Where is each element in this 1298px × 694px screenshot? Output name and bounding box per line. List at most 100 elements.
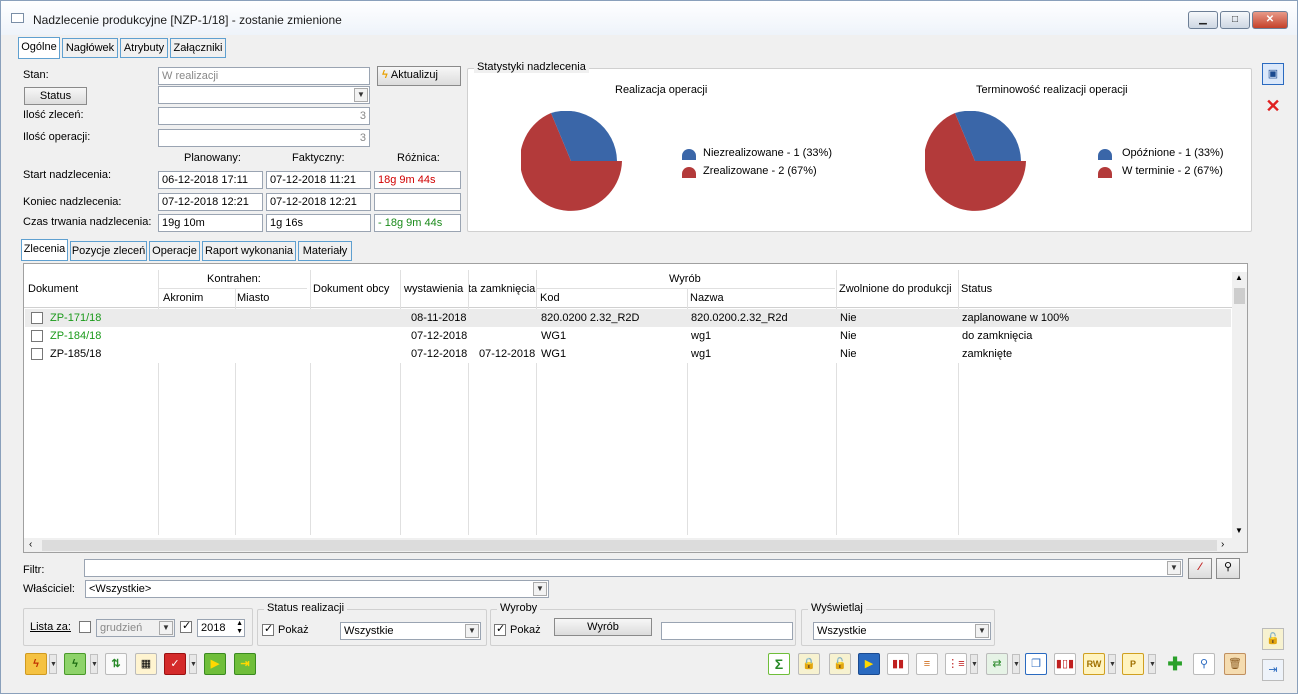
table-row[interactable]: ZP-185/18 07-12-2018 07-12-2018 WG1 wg1 … [25,345,1231,363]
stan-label: Stan: [23,69,49,81]
tab-atrybuty[interactable]: Atrybuty [120,38,168,58]
chevron-down-icon[interactable]: ▼ [1012,654,1020,674]
report-p-icon[interactable]: P [1122,653,1144,675]
minimize-button[interactable]: ▁ [1188,11,1218,29]
tab-raport-wykonania[interactable]: Raport wykonania [202,241,296,261]
status-realizacji-dropdown[interactable]: Wszystkie ▼ [340,622,481,640]
close-button[interactable]: ✕ [1252,11,1288,29]
tab-operacje[interactable]: Operacje [149,241,200,261]
clear-filter-icon[interactable]: ⁄ [1188,558,1212,579]
spinner-arrows-icon[interactable]: ▲ ▼ [236,620,243,636]
chevron-down-icon[interactable]: ▼ [49,654,57,674]
chevron-down-icon: ▼ [354,88,368,102]
chevron-down-icon[interactable]: ▼ [189,654,197,674]
scroll-down-icon[interactable]: ▼ [1235,526,1243,535]
exchange-icon[interactable]: ⇄ [986,653,1008,675]
filtr-input[interactable]: ▼ [84,559,1183,577]
row-checkbox[interactable] [31,312,43,324]
status-pokaz-checkbox[interactable] [262,622,274,636]
horizontal-scroll-thumb[interactable] [42,540,1217,551]
filter-search-icon[interactable]: ⚲ [1216,558,1240,579]
tab-materialy[interactable]: Materiały [298,241,352,261]
horizontal-scrollbar[interactable]: ‹ › [24,538,1247,552]
col-kontrahen[interactable]: Kontrahen: [207,273,261,285]
chevron-down-icon: ▼ [1167,561,1181,575]
checklist-red-icon[interactable]: ✓ [164,653,186,675]
pin-icon[interactable]: ⇥ [1262,659,1284,681]
import-icon[interactable]: ⇥ [234,653,256,675]
tree-list-icon[interactable]: ⋮≡ [945,653,967,675]
col-miasto[interactable]: Miasto [237,292,269,304]
lightning-icon: ϟ [382,69,388,81]
copy-document-icon[interactable]: ❐ [1025,653,1047,675]
lock-icon[interactable]: 🔒 [798,653,820,675]
report-rw-icon[interactable]: RW [1083,653,1105,675]
sort-arrows-icon[interactable]: ⇅ [105,653,127,675]
document-blue-icon[interactable]: ▶ [858,653,880,675]
calendar-icon[interactable]: ▦ [135,653,157,675]
export-icon[interactable]: ▶ [204,653,226,675]
cell-nazwa: wg1 [691,348,712,360]
year-checkbox[interactable] [180,619,192,633]
wyrob-input[interactable] [661,622,793,640]
chevron-down-icon[interactable]: ▼ [1148,654,1156,674]
lista-za-checkbox[interactable] [79,621,91,633]
start-plan-field[interactable]: 06-12-2018 17:11 [158,171,263,189]
books-icon[interactable]: ▮▯▮ [1054,653,1076,675]
col-kod[interactable]: Kod [540,292,560,304]
col-wyrob[interactable]: Wyrób [669,273,701,285]
bar-chart-icon[interactable]: ▮▮ [887,653,909,675]
lightning-green-icon[interactable]: ϟ [64,653,86,675]
start-fakt-field[interactable]: 07-12-2018 11:21 [266,171,371,189]
chevron-down-icon[interactable]: ▼ [970,654,978,674]
tab-zlecenia[interactable]: Zlecenia [21,239,68,261]
year-spinner[interactable]: 2018 ▲ ▼ [197,619,245,637]
row-checkbox[interactable] [31,348,43,360]
chevron-down-icon[interactable]: ▼ [90,654,98,674]
col-akronim[interactable]: Akronim [163,292,203,304]
vertical-scroll-thumb[interactable] [1234,288,1245,304]
unlock-icon[interactable]: 🔓 [1262,628,1284,650]
wyroby-label: Wyroby [497,602,541,614]
col-nazwa[interactable]: Nazwa [690,292,724,304]
maximize-button[interactable]: □ [1220,11,1250,29]
wyrob-button[interactable]: Wyrób [554,618,652,636]
search-icon[interactable]: ⚲ [1193,653,1215,675]
tab-zalaczniki[interactable]: Załączniki [170,38,226,58]
trash-icon[interactable]: 🗑 [1224,653,1246,675]
col-dokument-obcy[interactable]: Dokument obcy [313,283,389,295]
status-button[interactable]: Status [24,87,87,105]
aktualizuj-button[interactable]: ϟ Aktualizuj [377,66,461,86]
row-checkbox[interactable] [31,330,43,342]
scroll-left-icon[interactable]: ‹ [29,539,32,550]
cancel-icon[interactable]: ✕ [1262,95,1284,117]
scroll-right-icon[interactable]: › [1221,539,1224,550]
wyroby-pokaz-checkbox[interactable] [494,622,506,636]
tab-naglowek[interactable]: Nagłówek [62,38,118,58]
col-zamkniecia[interactable]: ta zamknięcia [468,283,535,295]
scroll-up-icon[interactable]: ▲ [1235,273,1243,282]
tab-pozycje-zlecen[interactable]: Pozycje zleceń [70,241,147,261]
add-icon[interactable]: ✚ [1164,653,1186,675]
save-icon[interactable]: ▣ [1262,63,1284,85]
sigma-icon[interactable]: Σ [768,653,790,675]
cell-zwolnione: Nie [840,348,857,360]
koniec-fakt-field[interactable]: 07-12-2018 12:21 [266,193,371,211]
tab-ogolne[interactable]: Ogólne [18,37,60,59]
table-row[interactable]: ZP-171/18 08-11-2018 820.0200 2.32_R2D 8… [25,309,1231,327]
col-zwolnione[interactable]: Zwolnione do produkcji [839,283,952,295]
list-icon[interactable]: ≡ [916,653,938,675]
status-dropdown[interactable]: ▼ [158,86,370,104]
table-row[interactable]: ZP-184/18 07-12-2018 WG1 wg1 Nie do zamk… [25,327,1231,345]
wlasciciel-dropdown[interactable]: <Wszystkie> ▼ [85,580,549,598]
col-dokument[interactable]: Dokument [28,283,78,295]
lightning-icon[interactable]: ϟ [25,653,47,675]
vertical-scrollbar[interactable]: ▲ ▼ [1232,272,1247,538]
wyswietlaj-dropdown[interactable]: Wszystkie ▼ [813,622,991,640]
koniec-plan-field[interactable]: 07-12-2018 12:21 [158,193,263,211]
month-dropdown[interactable]: grudzień ▼ [96,619,175,637]
col-wystawienia[interactable]: wystawienia [404,283,463,295]
col-status[interactable]: Status [961,283,992,295]
chevron-down-icon[interactable]: ▼ [1108,654,1116,674]
unlock-icon[interactable]: 🔓 [829,653,851,675]
